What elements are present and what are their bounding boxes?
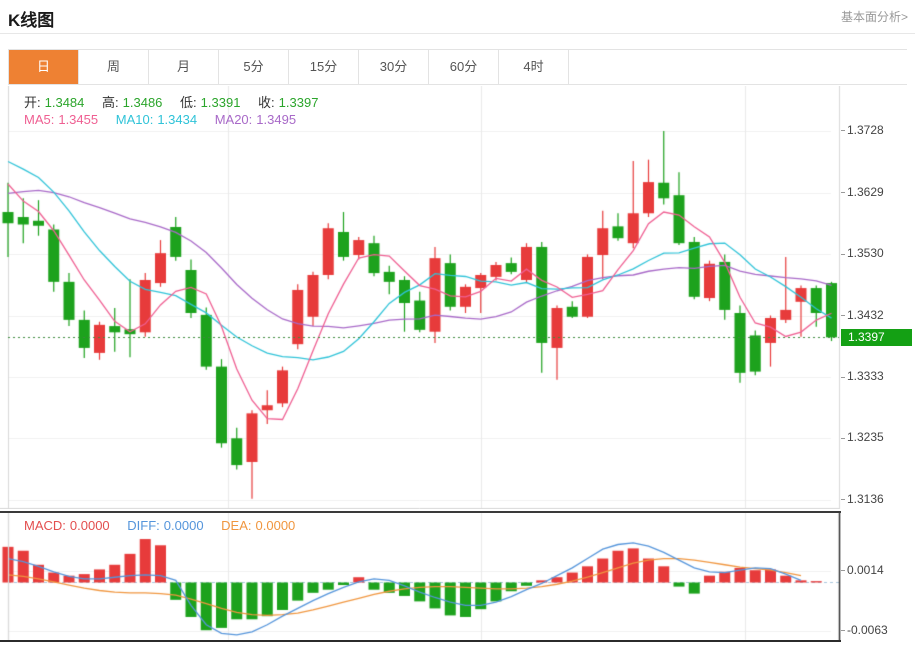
tab-5min[interactable]: 5分 [219, 50, 289, 84]
close-label: 收: [258, 95, 275, 110]
macd-axis-label: -0.0063 [841, 623, 888, 637]
price-axis-label: 1.3333 [841, 369, 884, 383]
diff-value: 0.0000 [163, 518, 204, 533]
price-axis-label: 1.3629 [841, 185, 884, 199]
tab-15min[interactable]: 15分 [289, 50, 359, 84]
open-label: 开: [24, 95, 41, 110]
period-tabbar: 日周月 5分 15分 30分 60分 4时 [8, 49, 907, 85]
ma20-label: MA20: [214, 112, 253, 127]
fundamental-analysis-link[interactable]: 基本面分析> [841, 8, 908, 25]
macd-value: 0.0000 [69, 518, 110, 533]
tab-30min[interactable]: 30分 [359, 50, 429, 84]
price-axis-label: 1.3136 [841, 492, 884, 506]
candlestick-chart-canvas[interactable] [0, 86, 841, 509]
page-title: K线图 [8, 11, 55, 30]
ma10-value: 1.3434 [157, 112, 198, 127]
price-axis-label: 1.3530 [841, 246, 884, 260]
ma5-value: 1.3455 [58, 112, 99, 127]
ma20-value: 1.3495 [256, 112, 297, 127]
tabbar-filler [569, 50, 907, 84]
ma10-label: MA10: [115, 112, 154, 127]
open-value: 1.3484 [44, 95, 85, 110]
low-value: 1.3391 [200, 95, 241, 110]
tab-week[interactable]: 周 [79, 50, 149, 84]
ohlc-legend: 开: 1.3484 高: 1.3486 低: 1.3391 收: 1.3397 [24, 92, 322, 111]
dea-label: DEA: [221, 518, 252, 533]
header: K线图 基本面分析> [0, 0, 915, 34]
macd-axis-label: 0.0014 [841, 563, 884, 577]
price-axis-label: 1.3728 [841, 123, 884, 137]
close-value: 1.3397 [278, 95, 319, 110]
macd-legend: MACD: 0.0000 DIFF: 0.0000 DEA: 0.0000 [24, 518, 299, 533]
tab-day[interactable]: 日 [9, 50, 79, 84]
ma-legend: MA5: 1.3455 MA10: 1.3434 MA20: 1.3495 [24, 112, 300, 127]
high-value: 1.3486 [122, 95, 163, 110]
high-label: 高: [102, 95, 119, 110]
price-axis-label: 1.3432 [841, 308, 884, 322]
price-axis-label: 1.3235 [841, 430, 884, 444]
tab-60min[interactable]: 60分 [429, 50, 499, 84]
tab-4hour[interactable]: 4时 [499, 50, 569, 84]
macd-label: MACD: [24, 518, 66, 533]
current-price-tag: 1.3397 [841, 329, 912, 347]
bottom-border [0, 640, 841, 642]
tab-month[interactable]: 月 [149, 50, 219, 84]
diff-label: DIFF: [127, 518, 160, 533]
dea-value: 0.0000 [255, 518, 296, 533]
low-label: 低: [180, 95, 197, 110]
ma5-label: MA5: [24, 112, 55, 127]
